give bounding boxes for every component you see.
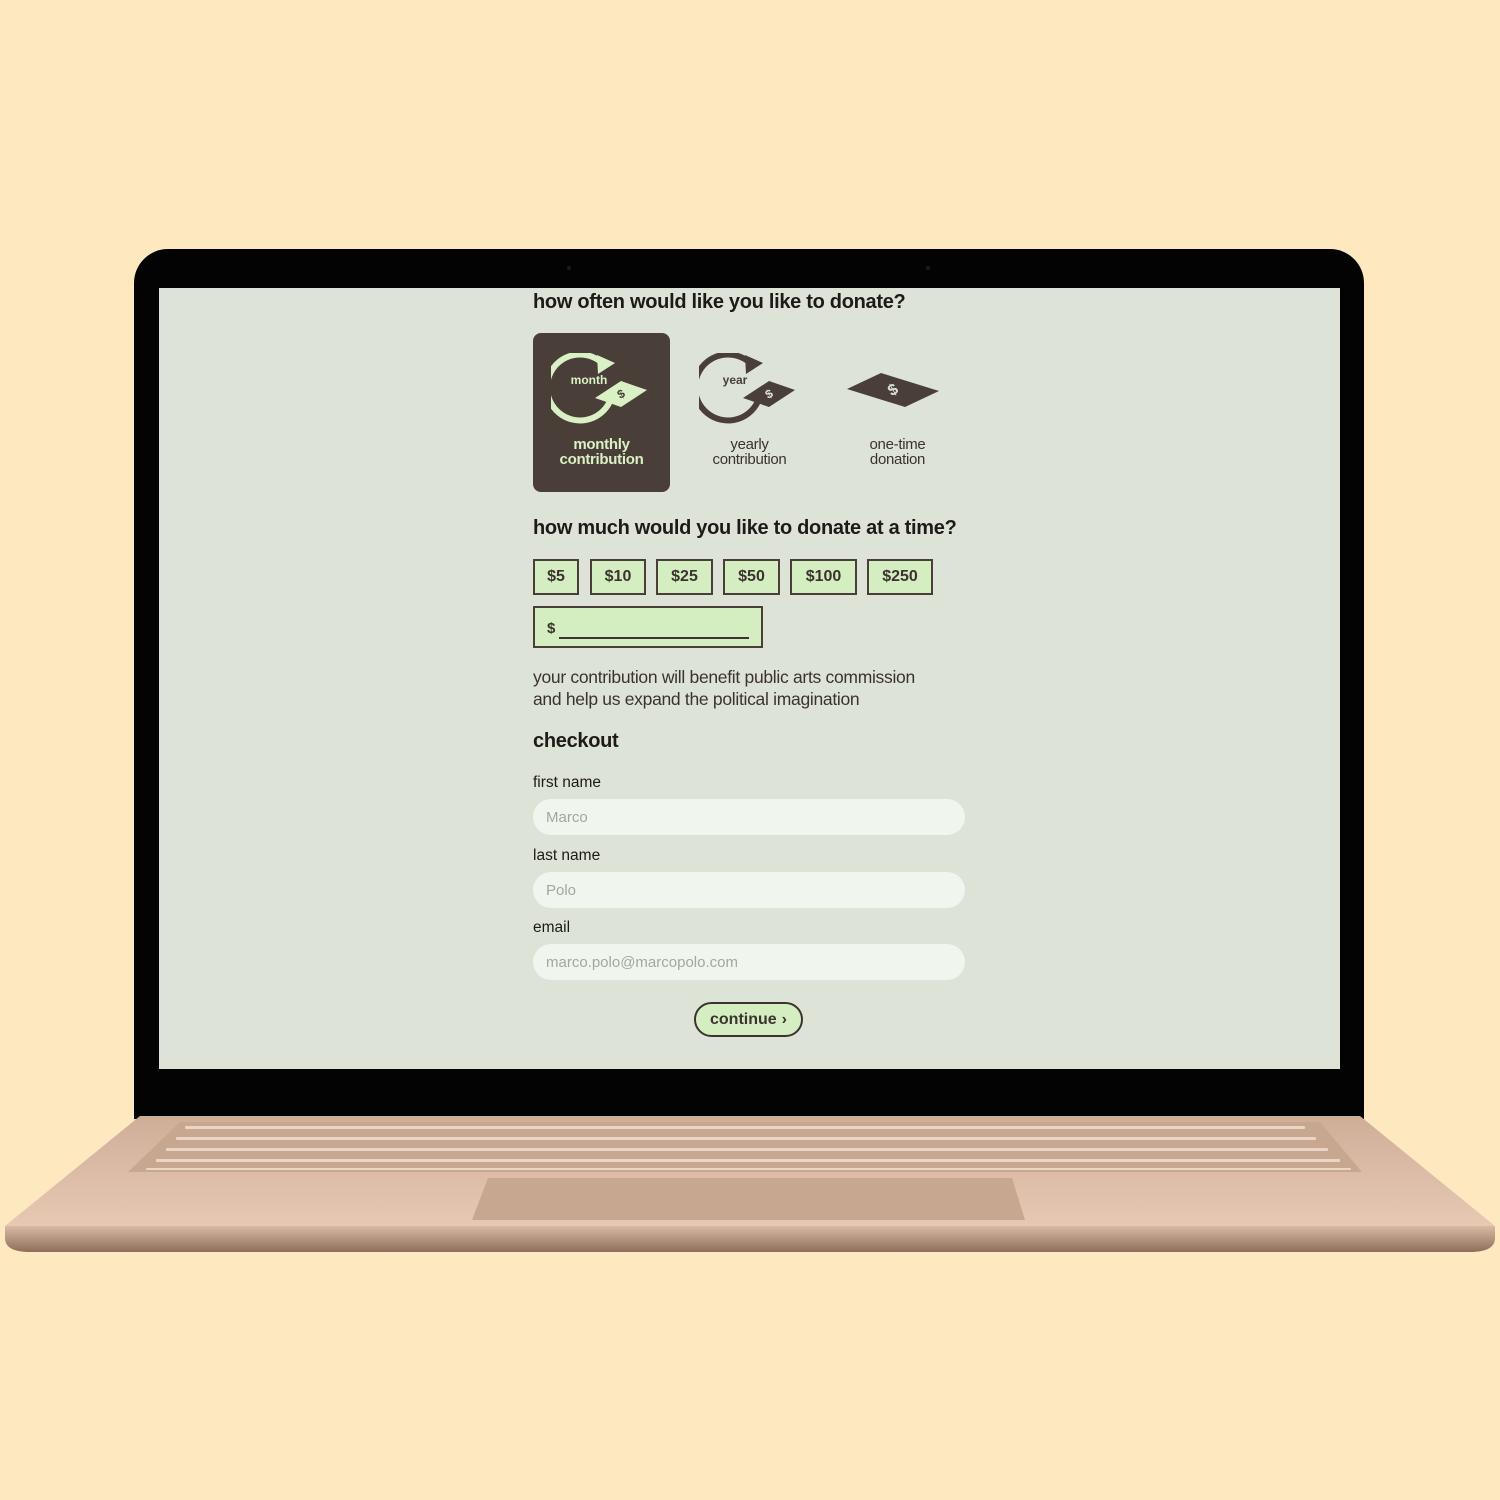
yearly-contribution-option[interactable]: $ year yearly contribution [681,333,818,492]
one-time-donation-label: one-time donation [869,436,926,468]
dollar-bill-icon: $ [847,373,939,407]
last-name-label: last name [533,847,601,864]
one-time-donation-option[interactable]: $ one-time donation [829,333,966,492]
chevron-right-icon: › [781,1010,787,1028]
yearly-cycle-icon: $ year [699,353,795,424]
checkout-title: checkout [533,730,619,752]
continue-label: continue [710,1010,777,1028]
monthly-cycle-icon: $ month [551,353,647,424]
amount-250-button[interactable]: $250 [867,559,933,595]
continue-button[interactable]: continue › [694,1002,803,1037]
amount-5-button[interactable]: $5 [533,559,579,595]
amount-50-button[interactable]: $50 [723,559,780,595]
amount-100-button[interactable]: $100 [790,559,857,595]
yearly-contribution-label: yearly contribution [712,436,787,468]
svg-text:year: year [723,373,748,387]
first-name-label: first name [533,774,602,791]
svg-text:month: month [571,373,608,387]
amount-10-button[interactable]: $10 [590,559,646,595]
monthly-contribution-option[interactable]: $ month monthly contribution [533,333,670,492]
camera-dot [567,266,571,270]
screen: how often would like you like to donate?… [159,288,1340,1069]
currency-symbol: $ [547,620,556,637]
custom-amount-input[interactable]: $ [533,606,763,648]
camera-dot [926,266,930,270]
amount-25-button[interactable]: $25 [656,559,713,595]
custom-amount-underline [559,637,749,639]
email-label: email [533,919,571,936]
frequency-question: how often would like you like to donate? [533,291,906,313]
laptop-keyboard-base [5,1116,1495,1252]
monthly-contribution-label: monthly contribution [559,436,644,468]
first-name-input[interactable] [533,799,965,835]
email-input[interactable] [533,944,965,980]
amount-question: how much would you like to donate at a t… [533,517,957,539]
last-name-input[interactable] [533,872,965,908]
benefit-text: your contribution will benefit public ar… [533,667,915,709]
